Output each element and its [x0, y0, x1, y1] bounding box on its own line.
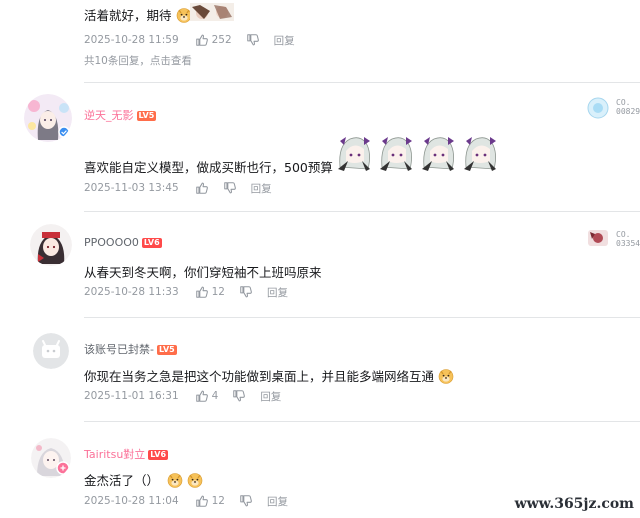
divider	[84, 82, 640, 83]
comment-text: 金杰活了（）	[84, 470, 203, 489]
like-button[interactable]: 4	[195, 389, 233, 403]
like-button[interactable]: 12	[195, 494, 239, 508]
reply-button[interactable]: 回复	[267, 285, 288, 300]
like-count: 252	[211, 34, 232, 46]
avatar[interactable]	[31, 438, 71, 478]
thumb-down-icon	[223, 181, 237, 195]
level-badge: LV6	[141, 238, 162, 248]
comment-text: 你现在当务之急是把这个功能做到桌面上，并且能多端网络互通	[84, 366, 454, 385]
sticker-image	[333, 131, 501, 171]
level-badge: LV6	[148, 450, 169, 460]
dislike-button[interactable]	[239, 285, 253, 299]
avatar[interactable]	[30, 224, 72, 266]
thumb-up-icon	[195, 181, 209, 195]
like-count: 12	[211, 495, 225, 507]
like-button[interactable]	[195, 181, 209, 195]
reply-button[interactable]: 回复	[260, 389, 281, 404]
thumb-up-icon	[195, 285, 209, 299]
comment-time: 2025-10-28 11:33	[84, 286, 179, 298]
like-count: 12	[211, 286, 225, 298]
comment-time: 2025-10-28 11:04	[84, 495, 179, 507]
divider	[84, 211, 640, 212]
level-badge: LV5	[156, 345, 177, 355]
thumb-down-icon	[239, 285, 253, 299]
comment-text: 从春天到冬天啊，你们穿短袖不上班吗原来	[84, 265, 322, 280]
thumb-up-icon	[195, 33, 209, 47]
reply-button[interactable]: 回复	[274, 33, 295, 48]
watermark: www.365jz.com	[514, 496, 634, 512]
username[interactable]: Tairitsu對立 LV6	[84, 446, 169, 462]
avatar[interactable]	[24, 94, 72, 142]
like-button[interactable]: 12	[195, 285, 239, 299]
username[interactable]: 该账号已封禁- LV5	[84, 341, 177, 357]
avatar[interactable]	[33, 333, 69, 369]
dislike-button[interactable]	[239, 494, 253, 508]
comment-meta: 2025-11-01 16:31 4 回复	[84, 387, 281, 405]
level-badge: LV5	[136, 111, 157, 121]
divider	[84, 317, 640, 318]
reply-button[interactable]: 回复	[267, 494, 288, 509]
fan-medal-icon	[586, 228, 610, 248]
dislike-button[interactable]	[223, 181, 237, 195]
comment-text: 喜欢能自定义模型，做成买断也行，500预算	[84, 160, 333, 175]
divider	[84, 421, 640, 422]
username[interactable]: PPOOOO0 LV6	[84, 236, 162, 249]
like-count: 4	[211, 390, 219, 402]
fan-medal-icon	[586, 96, 610, 120]
comment-time: 2025-11-03 13:45	[84, 182, 179, 194]
doge-emoji-icon	[438, 368, 454, 384]
comment-meta: 2025-10-28 11:04 12 回复	[84, 492, 288, 510]
comment-text: 活着就好，期待	[84, 5, 192, 24]
doge-emoji-icon	[187, 472, 203, 488]
comment-time: 2025-10-28 11:59	[84, 34, 179, 46]
thumb-down-icon	[246, 33, 260, 47]
thumb-down-icon	[232, 389, 246, 403]
sticker-image	[190, 3, 234, 21]
reply-button[interactable]: 回复	[251, 181, 272, 196]
comment-meta: 2025-10-28 11:33 12 回复	[84, 283, 288, 301]
sub-reply-summary-link[interactable]: 共10条回复，点击查看	[84, 53, 192, 68]
comment-time: 2025-11-01 16:31	[84, 390, 179, 402]
thumb-up-icon	[195, 389, 209, 403]
dislike-button[interactable]	[246, 33, 260, 47]
comment-meta: 2025-11-03 13:45 回复	[84, 179, 272, 197]
thumb-up-icon	[195, 494, 209, 508]
like-button[interactable]: 252	[195, 33, 246, 47]
comment-meta: 2025-10-28 11:59 252 回复	[84, 31, 295, 49]
username[interactable]: 逆天_无影 LV5	[84, 107, 157, 123]
thumb-down-icon	[239, 494, 253, 508]
dislike-button[interactable]	[232, 389, 246, 403]
doge-emoji-icon	[167, 472, 183, 488]
